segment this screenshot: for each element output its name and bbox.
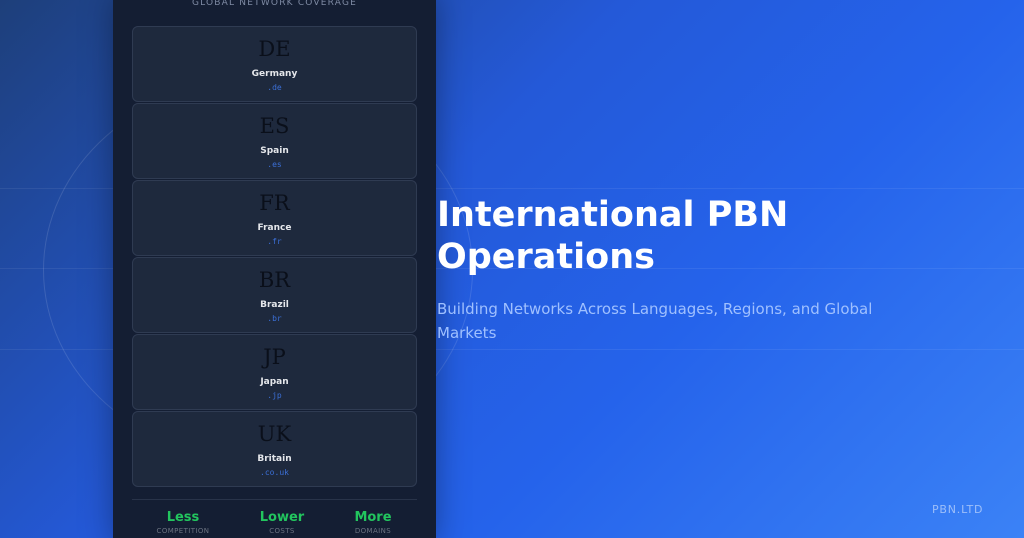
hero-subtitle: Building Networks Across Languages, Regi…: [437, 300, 873, 342]
stat-domains: More DOMAINS: [328, 510, 418, 535]
country-tld: .co.uk: [260, 468, 289, 477]
country-card-uk: UK Britain .co.uk: [132, 411, 417, 487]
country-tld: .fr: [267, 237, 282, 246]
stats-divider: [132, 499, 417, 500]
country-name: Germany: [251, 69, 298, 79]
stat-label: COMPETITION: [156, 527, 210, 535]
country-code: UK: [257, 422, 292, 446]
country-tld: .br: [267, 314, 282, 323]
country-tld: .de: [267, 83, 282, 92]
country-card-br: BR Brazil .br: [132, 257, 417, 333]
stat-competition: Less COMPETITION: [138, 510, 228, 535]
country-card-es: ES Spain .es: [132, 103, 417, 179]
country-card-jp: JP Japan .jp: [132, 334, 417, 410]
panel-title: GLOBAL NETWORK COVERAGE: [191, 0, 358, 8]
country-code: JP: [263, 345, 286, 369]
country-tld: .es: [267, 160, 282, 169]
country-name: France: [257, 223, 292, 233]
stat-label: DOMAINS: [354, 527, 392, 535]
brand-watermark: PBN.LTD: [932, 503, 984, 516]
stat-value: Lower: [259, 510, 305, 525]
stat-costs: Lower COSTS: [237, 510, 327, 535]
stat-label: COSTS: [269, 527, 295, 535]
country-code: BR: [258, 268, 291, 292]
hero-title: International PBN Operations: [437, 195, 789, 277]
country-tld: .jp: [267, 391, 282, 400]
country-name: Britain: [257, 454, 292, 464]
country-code: DE: [258, 37, 291, 61]
country-code: ES: [259, 114, 290, 138]
coverage-panel: GLOBAL NETWORK COVERAGE DE Germany .de E…: [113, 0, 436, 538]
stat-value: Less: [166, 510, 200, 525]
stat-value: More: [354, 510, 392, 525]
country-card-de: DE Germany .de: [132, 26, 417, 102]
country-name: Brazil: [260, 300, 289, 310]
country-card-fr: FR France .fr: [132, 180, 417, 256]
country-name: Japan: [260, 377, 289, 387]
country-name: Spain: [260, 146, 289, 156]
country-code: FR: [259, 191, 290, 215]
